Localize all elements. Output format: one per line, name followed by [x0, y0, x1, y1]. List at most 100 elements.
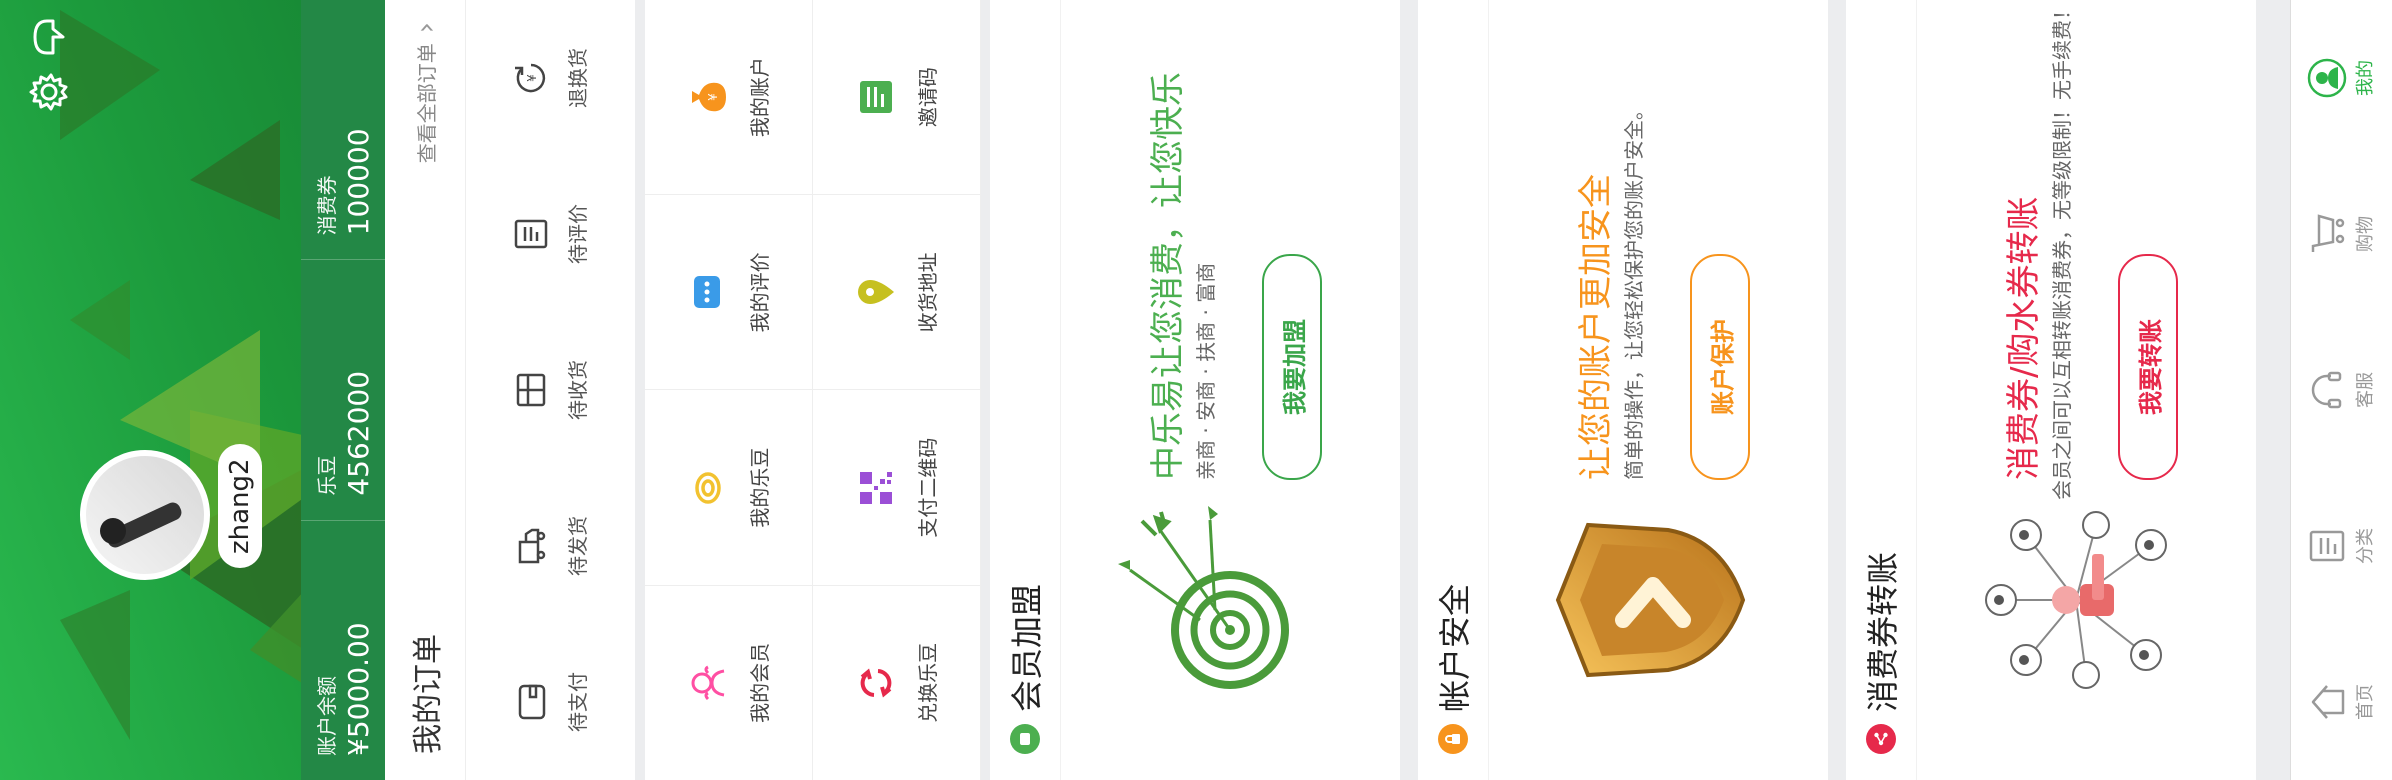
- invite-code-icon: [852, 73, 900, 121]
- services-grid: 我的会员 我的乐豆 我的评价 ¥ 我的账户 兑换乐豆 支付二维码 收货地址 邀请…: [645, 0, 981, 780]
- svg-text:¥: ¥: [706, 93, 720, 101]
- membership-card: 会员加盟 中乐易让您消费，让您快乐 亲商 · 安商 · 扶商 · 富商 我要加盟: [990, 0, 1400, 780]
- service-label: 我的会员: [748, 642, 772, 723]
- decor-shape: [60, 10, 160, 140]
- order-pending-receipt[interactable]: 待收货: [466, 312, 634, 468]
- members-icon: [684, 659, 732, 707]
- coin-icon: [684, 464, 732, 512]
- order-status-row: 待支付 待发货 待收货 待评价 ¥ 退换货: [466, 0, 634, 780]
- nav-home[interactable]: 首页: [2291, 624, 2392, 780]
- service-label: 收货地址: [916, 252, 940, 333]
- order-pending-payment[interactable]: 待支付: [466, 624, 634, 780]
- headset-icon: [2311, 371, 2342, 409]
- message-icon[interactable]: [24, 12, 74, 62]
- screen: zhang2 账户余额 ¥5000.00 乐豆 4562000 消费券 1000…: [0, 0, 2392, 780]
- service-my-account[interactable]: ¥ 我的账户: [645, 0, 812, 196]
- stat-value: ¥5000.00: [342, 622, 375, 756]
- stat-value: 100000: [342, 128, 375, 236]
- stat-ledou[interactable]: 乐豆 4562000: [301, 260, 385, 521]
- orders-header: 我的订单 查看全部订单 ›: [385, 0, 466, 780]
- category-icon: [2309, 530, 2345, 562]
- nav-label: 客服: [2355, 372, 2376, 408]
- nav-label: 分类: [2355, 528, 2376, 564]
- nav-label: 购物: [2355, 216, 2376, 252]
- orders-title: 我的订单: [411, 634, 446, 754]
- order-pending-shipment[interactable]: 待发货: [466, 468, 634, 624]
- card-title: 帐户安全: [1436, 583, 1474, 712]
- stat-value: 4562000: [342, 370, 375, 496]
- username: zhang2: [218, 444, 262, 568]
- gear-icon[interactable]: [24, 67, 74, 117]
- services-row: 兑换乐豆 支付二维码 收货地址 邀请码: [813, 0, 981, 780]
- order-label: 待收货: [565, 360, 590, 420]
- phone-frame: zhang2 账户余额 ¥5000.00 乐豆 4562000 消费券 1000…: [0, 0, 2392, 780]
- truck-icon: [518, 528, 545, 564]
- card-subtitle: 简单的操作，让您轻松保护您的账户安全。: [1622, 100, 1646, 480]
- network-illustration: [1946, 460, 2206, 720]
- stat-label: 乐豆: [315, 455, 339, 496]
- services-row: 我的会员 我的乐豆 我的评价 ¥ 我的账户: [645, 0, 813, 780]
- wallet-icon: [518, 684, 545, 720]
- view-all-orders-label: 查看全部订单: [414, 43, 439, 164]
- service-my-reviews[interactable]: 我的评价: [645, 195, 812, 391]
- review-icon: [514, 219, 547, 249]
- card-title: 消费券转账: [1864, 551, 1902, 712]
- cart-icon: [2311, 214, 2345, 252]
- order-label: 退换货: [565, 48, 590, 108]
- shield-illustration: [1518, 460, 1778, 720]
- nav-shopping[interactable]: 购物: [2291, 156, 2392, 312]
- nav-mine[interactable]: 我的: [2291, 0, 2392, 156]
- home-icon: [2311, 685, 2345, 719]
- avatar-figure-head: [100, 518, 126, 544]
- service-invite-code[interactable]: 邀请码: [813, 0, 980, 196]
- money-bag-icon: ¥: [684, 73, 732, 121]
- svg-text:¥: ¥: [525, 74, 539, 82]
- package-icon: [516, 373, 545, 407]
- order-refund[interactable]: ¥ 退换货: [466, 0, 634, 156]
- bottom-nav: 首页 分类 客服 购物 我的: [2290, 0, 2392, 780]
- service-address[interactable]: 收货地址: [813, 195, 980, 391]
- service-label: 兑换乐豆: [916, 642, 940, 723]
- lock-icon: [1438, 724, 1468, 754]
- card-headline: 让您的账户更加安全: [1576, 174, 1616, 480]
- stat-label: 消费券: [315, 175, 339, 236]
- membership-badge-icon: [1010, 724, 1040, 754]
- refund-icon: ¥: [514, 63, 545, 93]
- transfer-button[interactable]: 我要转账: [2118, 254, 2178, 480]
- service-my-members[interactable]: 我的会员: [645, 586, 812, 780]
- qrcode-icon: [852, 464, 900, 512]
- exchange-icon: [852, 659, 900, 707]
- service-exchange-ledou[interactable]: 兑换乐豆: [813, 586, 980, 780]
- view-all-orders-link[interactable]: 查看全部订单 ›: [409, 22, 442, 163]
- orders-section: 我的订单 查看全部订单 › 待支付 待发货 待收货 待评价 ¥ 退换货: [385, 0, 635, 780]
- card-subtitle: 亲商 · 安商 · 扶商 · 富商: [1194, 262, 1218, 480]
- decor-shape: [60, 590, 130, 740]
- chevron-right-icon: ›: [408, 22, 442, 34]
- location-icon: [852, 268, 900, 316]
- nav-category[interactable]: 分类: [2291, 468, 2392, 624]
- transfer-card: 消费券转账 消费券/购水券转账 会员之间可以互相转账消费券，无等级限制！无手续费…: [1846, 0, 2256, 780]
- join-button[interactable]: 我要加盟: [1262, 254, 1322, 480]
- order-label: 待支付: [565, 672, 590, 732]
- protect-account-button[interactable]: 账户保护: [1690, 254, 1750, 480]
- user-icon: [2307, 58, 2347, 98]
- stat-balance[interactable]: 账户余额 ¥5000.00: [301, 521, 385, 780]
- service-pay-qrcode[interactable]: 支付二维码: [813, 390, 980, 586]
- comment-icon: [684, 268, 732, 316]
- account-stats: 账户余额 ¥5000.00 乐豆 4562000 消费券 100000: [301, 0, 385, 780]
- card-header: 消费券转账: [1846, 0, 1917, 780]
- service-my-ledou[interactable]: 我的乐豆: [645, 390, 812, 586]
- share-icon: [1866, 724, 1896, 754]
- stat-voucher[interactable]: 消费券 100000: [301, 0, 385, 261]
- avatar[interactable]: [80, 450, 210, 580]
- card-subtitle: 会员之间可以互相转账消费券，无等级限制！无手续费！: [2050, 0, 2074, 500]
- card-headline: 消费券/购水券转账: [2004, 196, 2044, 480]
- service-label: 支付二维码: [916, 437, 940, 538]
- service-label: 我的账户: [748, 57, 772, 138]
- stat-label: 账户余额: [315, 676, 339, 756]
- order-pending-review[interactable]: 待评价: [466, 156, 634, 312]
- card-header: 帐户安全: [1418, 0, 1489, 780]
- service-label: 我的乐豆: [748, 447, 772, 528]
- card-title: 会员加盟: [1008, 583, 1046, 712]
- nav-service[interactable]: 客服: [2291, 312, 2392, 468]
